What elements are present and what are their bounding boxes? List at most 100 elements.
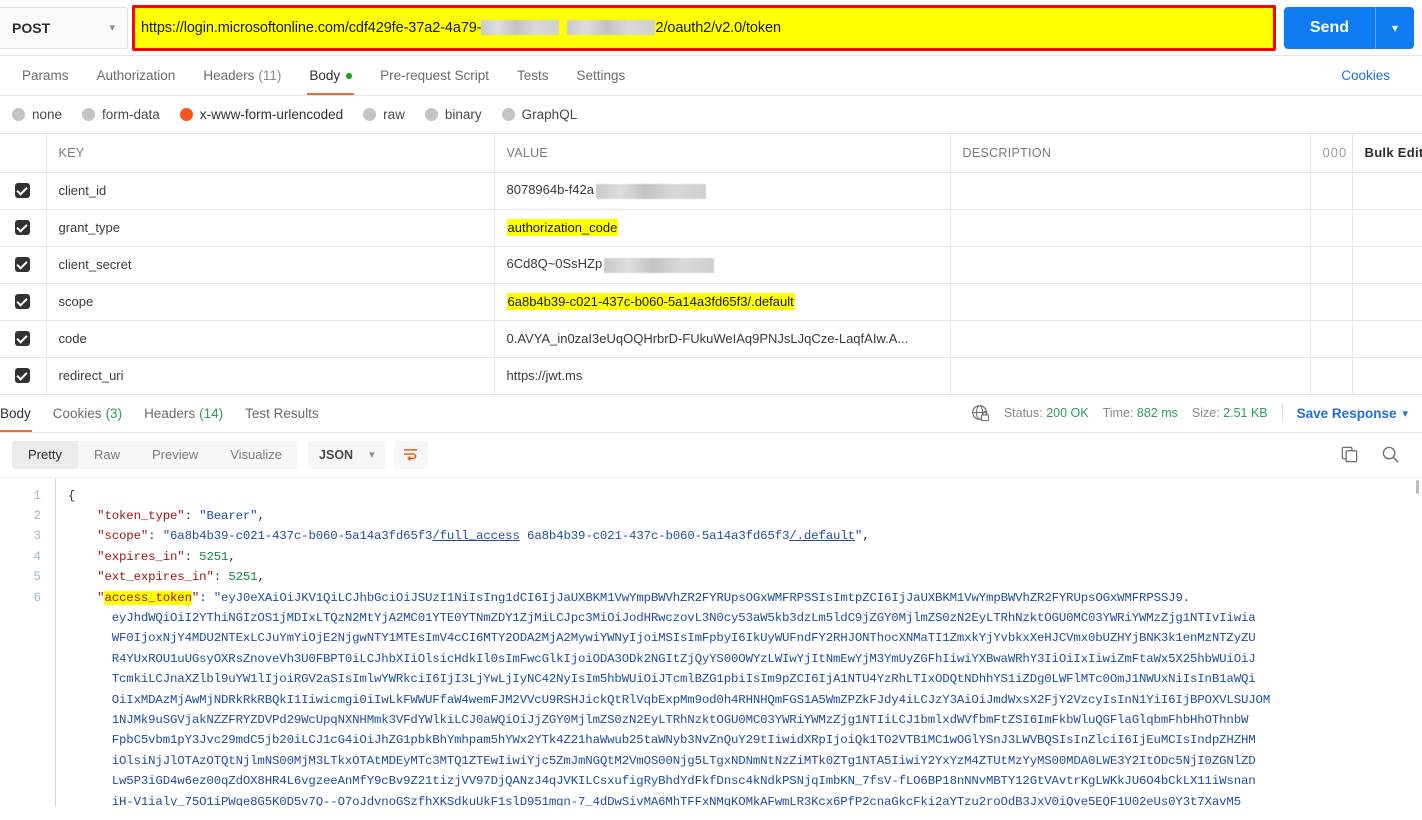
- format-tab-raw[interactable]: Raw: [78, 441, 136, 469]
- row-spacer-2: [1352, 320, 1422, 358]
- cookies-link[interactable]: Cookies: [1341, 68, 1410, 83]
- row-description[interactable]: [950, 246, 1311, 284]
- table-row[interactable]: client_id 8078964b-f42a: [0, 172, 1422, 210]
- json-code[interactable]: { "token_type": "Bearer", "scope": "6a8b…: [56, 478, 1422, 806]
- json-open-brace: {: [68, 488, 76, 503]
- body-type-x-www-form-urlencoded[interactable]: x-www-form-urlencoded: [179, 107, 343, 122]
- table-row[interactable]: grant_type authorization_code: [0, 209, 1422, 247]
- row-value[interactable]: 0.AVYA_in0zaI3eUqOQHrbrD-FUkuWeIAq9PNJsL…: [494, 320, 951, 358]
- row-description[interactable]: [950, 320, 1311, 358]
- table-row[interactable]: redirect_uri https://jwt.ms: [0, 357, 1422, 395]
- row-spacer: [1310, 357, 1353, 395]
- row-checkbox[interactable]: [15, 220, 31, 235]
- send-button[interactable]: Send ▾: [1283, 6, 1414, 49]
- row-checkbox[interactable]: [15, 257, 31, 272]
- search-icon[interactable]: [1381, 445, 1400, 464]
- status-label: Status:: [1003, 406, 1043, 420]
- row-checkbox-cell[interactable]: [0, 172, 47, 210]
- chevron-down-icon: ▾: [1402, 407, 1408, 420]
- row-value[interactable]: 8078964b-f42a: [494, 172, 951, 210]
- request-tab-params[interactable]: Params: [12, 56, 79, 95]
- response-tab-cookies[interactable]: Cookies (3): [42, 394, 133, 432]
- row-key[interactable]: scope: [46, 283, 495, 321]
- row-spacer-2: [1352, 209, 1422, 247]
- row-key[interactable]: client_secret: [46, 246, 495, 284]
- globe-lock-icon: [971, 404, 989, 421]
- copy-icon[interactable]: [1340, 445, 1359, 464]
- row-checkbox[interactable]: [15, 331, 31, 346]
- row-description[interactable]: [950, 172, 1311, 210]
- row-value[interactable]: https://jwt.ms: [494, 357, 951, 395]
- row-checkbox-cell[interactable]: [0, 209, 47, 247]
- row-key[interactable]: code: [46, 320, 495, 358]
- request-tab-settings[interactable]: Settings: [566, 56, 635, 95]
- content-type-select[interactable]: JSON ▾: [308, 440, 386, 469]
- chevron-down-icon: ▾: [369, 449, 375, 461]
- http-method-select[interactable]: POST ▾: [0, 6, 128, 49]
- send-options-chevron-icon[interactable]: ▾: [1376, 7, 1414, 49]
- table-row[interactable]: code 0.AVYA_in0zaI3eUqOQHrbrD-FUkuWeIAq9P…: [0, 320, 1422, 358]
- row-spacer-2: [1352, 357, 1422, 395]
- body-type-options: none form-data x-www-form-urlencoded raw bin…: [0, 96, 1422, 134]
- format-tab-visualize[interactable]: Visualize: [214, 441, 298, 469]
- body-type-label: none: [32, 107, 63, 122]
- body-type-binary[interactable]: binary: [424, 107, 482, 122]
- row-checkbox[interactable]: [15, 294, 31, 309]
- table-row[interactable]: client_secret 6Cd8Q~0SsHZp: [0, 246, 1422, 284]
- request-tab-headers[interactable]: Headers (11): [193, 56, 291, 95]
- url-input[interactable]: https://login.microsoftonline.com/cdf429…: [135, 7, 1273, 48]
- header-description: DESCRIPTION: [950, 134, 1311, 173]
- row-checkbox-cell[interactable]: [0, 320, 47, 358]
- line-number: 4: [33, 549, 41, 564]
- row-spacer: [1310, 172, 1353, 210]
- row-checkbox-cell[interactable]: [0, 246, 47, 284]
- redacted-block: [595, 183, 706, 199]
- request-tab-pre-request-script[interactable]: Pre-request Script: [370, 56, 499, 95]
- response-tab-body[interactable]: Body: [0, 394, 42, 432]
- response-body-viewer[interactable]: 1 2 3 4 5 6 { "token_type": "Bearer", "scope"…: [0, 477, 1422, 806]
- row-key[interactable]: grant_type: [46, 209, 495, 247]
- row-value[interactable]: 6a8b4b39-c021-437c-b060-5a14a3fd65f3/.de…: [494, 283, 951, 321]
- word-wrap-button[interactable]: [393, 440, 428, 469]
- request-tab-tests[interactable]: Tests: [507, 56, 559, 95]
- row-description[interactable]: [950, 209, 1311, 247]
- size-label: Size:: [1191, 406, 1220, 420]
- format-tab-pretty[interactable]: Pretty: [12, 440, 78, 469]
- request-tab-label: Body: [309, 68, 341, 83]
- line-number-gutter: 1 2 3 4 5 6: [0, 477, 56, 806]
- row-checkbox[interactable]: [15, 183, 31, 198]
- row-key[interactable]: redirect_uri: [46, 357, 495, 395]
- response-tab-test-results[interactable]: Test Results: [234, 394, 330, 432]
- response-tab-headers[interactable]: Headers (14): [133, 394, 234, 432]
- row-value[interactable]: authorization_code: [494, 209, 951, 247]
- body-type-raw[interactable]: raw: [363, 107, 405, 122]
- radio-icon: [501, 108, 515, 121]
- table-row[interactable]: scope 6a8b4b39-c021-437c-b060-5a14a3fd65f…: [0, 283, 1422, 321]
- row-key[interactable]: client_id: [46, 172, 495, 210]
- row-checkbox-cell[interactable]: [0, 283, 47, 321]
- body-type-GraphQL[interactable]: GraphQL: [501, 107, 577, 122]
- row-description[interactable]: [950, 357, 1311, 395]
- row-value[interactable]: 6Cd8Q~0SsHZp: [494, 246, 951, 284]
- status-text: Status: 200 OK: [1004, 406, 1089, 420]
- vertical-scrollbar-thumb[interactable]: [1416, 479, 1419, 494]
- request-tab-label: Pre-request Script: [380, 68, 489, 83]
- format-tab-preview[interactable]: Preview: [136, 441, 214, 469]
- request-tab-body[interactable]: Body: [299, 56, 362, 95]
- body-type-none[interactable]: none: [12, 107, 62, 122]
- request-tabs: Params Authorization Headers (11) Body Pre-re…: [0, 56, 1422, 96]
- row-checkbox-cell[interactable]: [0, 357, 47, 395]
- body-type-form-data[interactable]: form-data: [82, 107, 160, 122]
- access-token-line: TcmkiLCJnaXZlbl9uYW1lIjoiRGV2aSIsImlwYWR…: [111, 672, 1256, 687]
- row-checkbox[interactable]: [15, 368, 31, 383]
- header-more-options[interactable]: 000: [1310, 134, 1353, 173]
- scope-link-full-access[interactable]: /full_access: [432, 529, 520, 543]
- bulk-edit-button[interactable]: Bulk Edit: [1352, 134, 1422, 173]
- radio-icon: [82, 108, 96, 121]
- request-tab-authorization[interactable]: Authorization: [87, 56, 186, 95]
- radio-icon: [424, 108, 438, 121]
- row-description[interactable]: [950, 283, 1311, 321]
- scope-link-default[interactable]: /.default: [789, 529, 855, 543]
- time-value: 882 ms: [1136, 406, 1178, 420]
- save-response-button[interactable]: Save Response ▾: [1297, 406, 1408, 421]
